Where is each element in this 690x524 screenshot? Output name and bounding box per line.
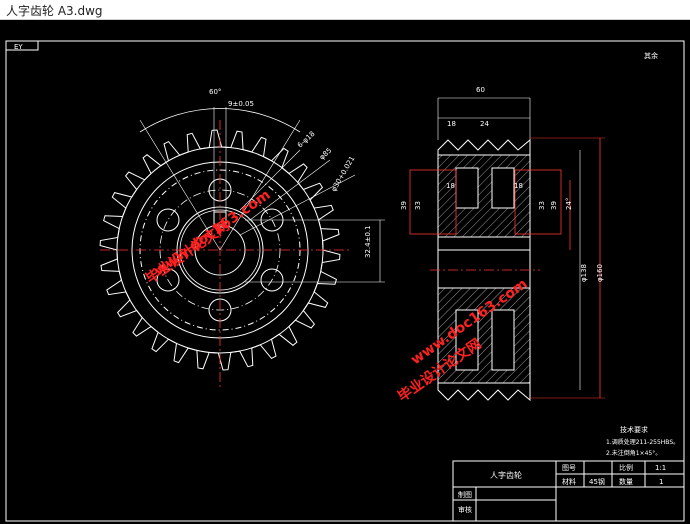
- height-label: 32.4±0.1: [364, 225, 372, 258]
- mid-dim-label: 24: [480, 120, 489, 128]
- h24-right: 24°: [565, 198, 573, 210]
- h39-right: 39: [550, 201, 558, 210]
- part-name: 人字齿轮: [490, 470, 522, 480]
- lower-right-hole-cut: [491, 309, 515, 371]
- gear-front-view: 60° 9±0.05 6-φ18 φ85 φ30+0.021 32.4±0.1: [99, 88, 385, 390]
- h33-right: 33: [538, 201, 546, 210]
- tech-req-line1: 1.调质处理211-255HBS。: [606, 438, 679, 446]
- h39-left: 39: [400, 201, 408, 210]
- scale-label: 比例: [619, 463, 633, 472]
- inner-right-label: 18: [514, 182, 523, 190]
- dia1-label: φ85: [318, 146, 333, 161]
- tech-req-line2: 2.未注倒角1×45°。: [606, 449, 661, 457]
- width-label: 60: [476, 86, 485, 94]
- upper-section-hatch: [437, 154, 531, 238]
- check-label: 审核: [458, 505, 472, 514]
- drawing-no-label: 图号: [562, 464, 576, 472]
- cad-drawing-canvas[interactable]: EY 其余 60° 9±0.05 6-φ18 φ85 φ30+0.021 32.…: [0, 20, 690, 524]
- qty-value: 1: [659, 478, 663, 486]
- watermark-url-1: www.doc163.com: [151, 187, 273, 279]
- holes-label: 6-φ18: [296, 130, 317, 150]
- dia-small-label: φ138: [580, 264, 588, 282]
- window-title-bar: 人字齿轮 A3.dwg: [0, 0, 690, 20]
- drawn-label: 制图: [458, 490, 472, 499]
- roughness-note: 其余: [644, 51, 658, 60]
- dia2-label: φ30+0.021: [330, 155, 357, 193]
- left-dim-label: 18: [447, 120, 456, 128]
- material-label: 材料: [562, 477, 576, 486]
- keyway-label: 9±0.05: [228, 100, 254, 108]
- qty-label: 数量: [619, 477, 633, 486]
- tech-req-title: 技术要求: [620, 425, 648, 434]
- window-title: 人字齿轮 A3.dwg: [6, 4, 103, 18]
- material-value: 45钢: [589, 477, 605, 486]
- angle-label: 60°: [209, 88, 221, 96]
- lightening-hole: [156, 208, 180, 232]
- inner-left-label: 18: [446, 182, 455, 190]
- dia-large-label: φ160: [596, 264, 604, 282]
- scale-value: 1:1: [655, 464, 666, 472]
- corner-tag: EY: [14, 43, 23, 51]
- h33-left: 33: [414, 201, 422, 210]
- right-hole-cut: [491, 167, 515, 209]
- left-hole-cut: [455, 167, 479, 209]
